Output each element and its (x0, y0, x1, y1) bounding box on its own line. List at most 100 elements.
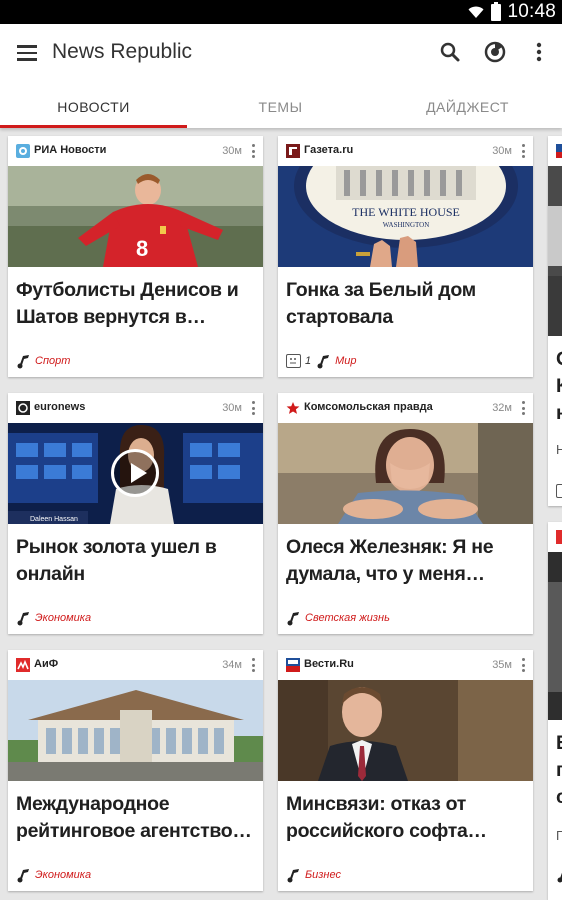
reaction-count: 1 (305, 355, 312, 367)
app-bar: News Republic НОВОСТИ ТЕМЫ ДАЙДЖЕСТ (0, 24, 562, 128)
svg-text:8: 8 (136, 236, 148, 261)
card-title: Международное рейтинговое агентство… (16, 793, 252, 842)
wifi-icon (468, 6, 484, 18)
peek-title-line: Е (556, 730, 562, 757)
category-label[interactable]: Экономика (35, 612, 91, 624)
card-footer: Бизнес (286, 867, 341, 883)
card-header: РИА Новости 30м (8, 136, 263, 166)
card-header: euronews 30м (8, 393, 263, 423)
peek-subtitle-line: Н (556, 442, 562, 457)
category-note-icon (287, 869, 299, 883)
card-image: Daleen Hassan (8, 423, 263, 524)
source-name: РИА Новости (34, 144, 107, 156)
news-card-peek[interactable]: О К н Н (548, 136, 562, 506)
image-text: WASHINGTON (383, 221, 430, 229)
category-note-icon (17, 869, 29, 883)
card-image: 8 (8, 166, 263, 267)
tab-news[interactable]: НОВОСТИ (0, 84, 187, 128)
peek-title-line: с (556, 786, 562, 808)
card-overflow-button[interactable] (250, 657, 256, 673)
category-label[interactable]: Бизнес (305, 869, 341, 881)
news-card[interactable]: Газета.ru 30м THE WHITE HOUSE WASHINGTON… (278, 136, 533, 377)
card-time: 30м (492, 145, 512, 157)
category-label[interactable]: Светская жизнь (305, 612, 390, 624)
ria-logo-icon (16, 144, 30, 158)
tab-digest[interactable]: ДАЙДЖЕСТ (374, 84, 561, 128)
reaction-icon[interactable] (286, 354, 301, 368)
peek-subtitle-line: П (556, 828, 562, 843)
status-bar: 10:48 (0, 0, 562, 24)
aif-logo-icon (16, 658, 30, 672)
source-logo-icon (556, 530, 562, 544)
vesti-logo-icon (286, 658, 300, 672)
card-image (548, 552, 562, 720)
app-title: News Republic (52, 40, 193, 63)
card-time: 35м (492, 659, 512, 671)
video-caption: Daleen Hassan (30, 516, 78, 523)
news-card[interactable]: Вести.Ru 35м Минсвязи: отказ от российск… (278, 650, 533, 891)
card-title: Олеся Железняк: Я не думала, что у меня… (286, 536, 494, 585)
news-card[interactable]: АиФ 34м Международное рейтинговое агентс… (8, 650, 263, 891)
card-time: 32м (492, 402, 512, 414)
card-overflow-button[interactable] (520, 400, 526, 416)
card-footer: Экономика (16, 610, 91, 626)
news-feed: РИА Новости 30м 8 Футболисты Денисов и Ш… (0, 128, 562, 900)
category-label[interactable]: Экономика (35, 869, 91, 881)
battery-icon (491, 1, 502, 21)
source-name: АиФ (34, 658, 59, 670)
tab-topics[interactable]: ТЕМЫ (187, 84, 374, 128)
radar-icon[interactable] (483, 40, 507, 64)
category-note-icon (557, 872, 562, 883)
menu-button[interactable] (14, 40, 40, 66)
reaction-icon[interactable] (556, 484, 562, 498)
card-title: Гонка за Белый дом стартовала (286, 279, 476, 328)
search-icon[interactable] (438, 40, 462, 64)
card-footer: Экономика (16, 867, 91, 883)
status-time: 10:48 (507, 1, 556, 22)
card-footer: 1 Мир (286, 353, 357, 369)
hamburger-icon-line (17, 51, 37, 55)
tab-bar: НОВОСТИ ТЕМЫ ДАЙДЖЕСТ (0, 84, 562, 128)
peek-title-line: К (556, 375, 562, 397)
category-label[interactable]: Спорт (35, 355, 70, 367)
card-image (278, 680, 533, 781)
news-card-peek[interactable]: Е г с П (548, 522, 562, 900)
image-text: THE WHITE HOUSE (352, 205, 460, 219)
category-note-icon (17, 355, 29, 369)
source-name: euronews (34, 401, 86, 413)
category-note-icon (317, 355, 330, 369)
gazeta-logo-icon (286, 144, 300, 158)
card-title: Минсвязи: отказ от российского софта… (286, 793, 487, 842)
peek-title-line: н (556, 402, 562, 424)
card-overflow-button[interactable] (520, 143, 526, 159)
news-card[interactable]: РИА Новости 30м 8 Футболисты Денисов и Ш… (8, 136, 263, 377)
card-overflow-button[interactable] (250, 400, 256, 416)
card-time: 30м (222, 145, 242, 157)
source-logo-icon (556, 144, 562, 158)
peek-title-line: О (556, 346, 562, 373)
category-note-icon (287, 612, 299, 626)
news-card[interactable]: Комсомольская правда 32м Олеся Железняк:… (278, 393, 533, 634)
card-time: 30м (222, 402, 242, 414)
card-overflow-button[interactable] (520, 657, 526, 673)
euronews-logo-icon (16, 401, 30, 415)
card-header: Комсомольская правда 32м (278, 393, 533, 423)
source-name: Вести.Ru (304, 658, 354, 670)
card-title: Рынок золота ушел в онлайн (16, 536, 217, 585)
category-note-icon (17, 612, 29, 626)
source-name: Комсомольская правда (304, 401, 433, 413)
card-image (278, 423, 533, 524)
source-name: Газета.ru (304, 144, 354, 156)
card-time: 34м (222, 659, 242, 671)
more-icon[interactable] (528, 40, 552, 64)
category-label[interactable]: Мир (335, 355, 356, 367)
news-card[interactable]: euronews 30м Daleen Hassan Рынок золота … (8, 393, 263, 634)
card-title: Футболисты Денисов и Шатов вернутся в… (16, 279, 239, 328)
card-overflow-button[interactable] (250, 143, 256, 159)
play-video-button[interactable] (111, 449, 159, 497)
peek-title-line: г (556, 759, 562, 781)
hamburger-icon-line (17, 58, 37, 61)
card-header: АиФ 34м (8, 650, 263, 680)
card-header: Вести.Ru 35м (278, 650, 533, 680)
card-image: THE WHITE HOUSE WASHINGTON (278, 166, 533, 267)
